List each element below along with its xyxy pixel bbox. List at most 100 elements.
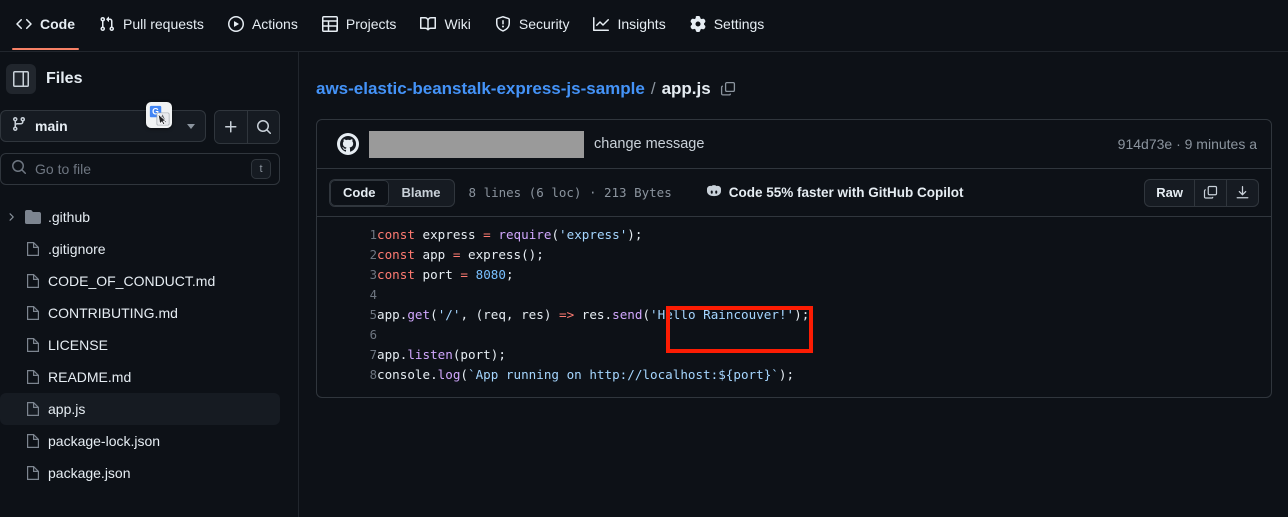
tree-row-label: README.md <box>48 369 132 385</box>
git-pull-request-icon <box>99 16 115 32</box>
code-icon <box>16 16 32 32</box>
tree-row-readme[interactable]: README.md <box>0 361 280 393</box>
nav-item-label: Pull requests <box>123 16 204 32</box>
line-number[interactable]: 4 <box>317 285 377 305</box>
tree-row-gitignore[interactable]: .gitignore <box>0 233 280 265</box>
tree-row-package-json[interactable]: package.json <box>0 457 280 489</box>
breadcrumb-repo-link[interactable]: aws-elastic-beanstalk-express-js-sample <box>316 79 645 99</box>
nav-item-security[interactable]: Security <box>483 0 582 50</box>
code-token: ( <box>430 307 438 322</box>
raw-actions: Raw <box>1144 178 1259 207</box>
search-icon[interactable] <box>247 111 279 143</box>
code-token: ); <box>794 307 810 322</box>
line-number[interactable]: 1 <box>317 225 377 245</box>
tree-row-code-of-conduct[interactable]: CODE_OF_CONDUCT.md <box>0 265 280 297</box>
copy-icon[interactable] <box>1194 179 1226 206</box>
code-token: => <box>559 307 575 322</box>
nav-item-label: Insights <box>617 16 666 32</box>
nav-item-actions[interactable]: Actions <box>216 0 310 50</box>
go-to-file-placeholder: Go to file <box>35 161 92 177</box>
line-source[interactable]: console.log(`App running on http://local… <box>377 365 1271 385</box>
tab-blame[interactable]: Blame <box>389 180 454 206</box>
repo-nav: Code Pull requests Actions Projects Wiki <box>0 0 1288 52</box>
code-toolbar: Code Blame 8 lines (6 loc) · 213 Bytes C… <box>316 169 1272 217</box>
line-source[interactable]: app.get('/', (req, res) => res.send('Hel… <box>377 305 1271 325</box>
file-icon <box>25 433 41 449</box>
nav-item-settings[interactable]: Settings <box>678 0 777 50</box>
nav-item-label: Wiki <box>444 16 471 32</box>
code-token: ); <box>778 367 795 382</box>
nav-item-label: Settings <box>713 16 765 32</box>
tree-row-contributing[interactable]: CONTRIBUTING.md <box>0 297 280 329</box>
shield-icon <box>495 16 511 32</box>
table-icon <box>321 16 338 32</box>
chevron-down-icon <box>187 123 195 129</box>
code-token: const <box>377 267 415 282</box>
chevron-right-icon[interactable] <box>4 211 18 223</box>
file-icon <box>25 369 41 385</box>
tree-row-license[interactable]: LICENSE <box>0 329 280 361</box>
raw-button[interactable]: Raw <box>1145 180 1194 206</box>
branch-selector[interactable]: main <box>0 110 206 142</box>
code-token: get <box>407 307 431 322</box>
line-source[interactable] <box>377 325 1271 345</box>
code-token: , (req, res) <box>460 307 560 322</box>
code-panel: 1 const express = require('express'); 2 con… <box>316 217 1272 398</box>
code-blame-tabs: Code Blame <box>329 178 455 207</box>
code-token: const <box>377 247 415 262</box>
nav-item-wiki[interactable]: Wiki <box>408 0 482 50</box>
copilot-promo[interactable]: Code 55% faster with GitHub Copilot <box>706 183 964 202</box>
code-token: = <box>460 267 469 282</box>
avatar <box>331 133 365 155</box>
plus-icon[interactable] <box>215 111 247 143</box>
commit-message[interactable]: change message <box>594 136 704 152</box>
line-number[interactable]: 5 <box>317 305 377 325</box>
git-branch-icon <box>11 116 27 137</box>
breadcrumb-file: app.js <box>661 79 711 98</box>
line-source[interactable]: app.listen(port); <box>377 345 1271 365</box>
download-icon[interactable] <box>1226 179 1258 206</box>
code-token: ( <box>460 367 469 382</box>
file-icon <box>25 337 41 353</box>
code-token: express <box>414 227 484 242</box>
go-to-file-input[interactable]: Go to file t <box>0 153 280 185</box>
code-table: 1 const express = require('express'); 2 con… <box>317 225 1271 385</box>
code-token: ( <box>642 307 651 322</box>
line-source[interactable] <box>377 285 1271 305</box>
file-icon <box>25 401 41 417</box>
tree-row-label: CONTRIBUTING.md <box>48 305 178 321</box>
copy-path-icon[interactable] <box>720 81 736 97</box>
tree-row-label: package.json <box>48 465 131 481</box>
line-number[interactable]: 2 <box>317 245 377 265</box>
line-source[interactable]: const port = 8080; <box>377 265 1271 285</box>
line-number[interactable]: 6 <box>317 325 377 345</box>
line-source[interactable]: const app = express(); <box>377 245 1271 265</box>
sidebar-collapse-icon[interactable] <box>6 64 36 94</box>
code-token: 8080 <box>475 267 506 282</box>
line-number[interactable]: 8 <box>317 365 377 385</box>
tree-row-github[interactable]: .github <box>0 201 280 233</box>
line-number[interactable]: 3 <box>317 265 377 285</box>
tree-row-package-lock-json[interactable]: package-lock.json <box>0 425 280 457</box>
github-code-view: Code Pull requests Actions Projects Wiki <box>0 0 1288 517</box>
code-token: console. <box>377 367 438 382</box>
commit-meta[interactable]: 914d73e · 9 minutes a <box>1118 136 1257 152</box>
toolbar-right: Raw <box>1144 178 1259 207</box>
tree-row-app-js[interactable]: app.js <box>0 393 280 425</box>
sidebar-actions <box>214 110 280 144</box>
google-translate-icon[interactable]: G <box>146 102 172 128</box>
nav-item-pull-requests[interactable]: Pull requests <box>87 0 216 50</box>
code-line: 8 console.log(`App running on http://loca… <box>317 365 1271 385</box>
nav-item-code[interactable]: Code <box>4 0 87 50</box>
graph-icon <box>593 16 610 32</box>
nav-item-projects[interactable]: Projects <box>310 0 409 50</box>
nav-item-insights[interactable]: Insights <box>581 0 677 50</box>
tree-row-label: LICENSE <box>48 337 108 353</box>
book-icon <box>420 16 437 32</box>
line-source[interactable]: const express = require('express'); <box>377 225 1271 245</box>
commit-bar: change message 914d73e · 9 minutes a <box>316 119 1272 169</box>
go-to-file-shortcut: t <box>251 159 271 179</box>
tab-code[interactable]: Code <box>330 179 389 206</box>
line-number[interactable]: 7 <box>317 345 377 365</box>
